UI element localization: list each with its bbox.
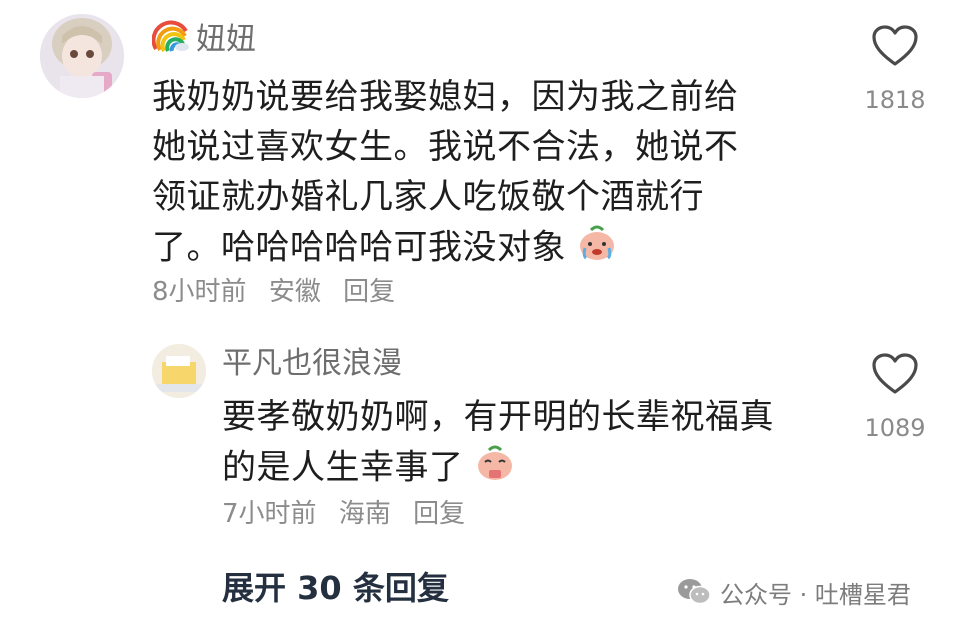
expand-replies-button[interactable]: 展开 30 条回复 <box>222 566 449 610</box>
reply-time: 7小时前 <box>222 499 317 529</box>
comment-author-name[interactable]: 妞妞 <box>196 14 256 58</box>
comment-text-line: 了。哈哈哈哈哈可我没对象 <box>152 227 566 268</box>
comment-reply-button[interactable]: 回复 <box>343 277 395 307</box>
wechat-icon <box>676 577 712 607</box>
heart-icon <box>872 25 918 66</box>
avatar-doll-image <box>40 14 124 98</box>
comment-text-line: 领证就办婚礼几家人吃饭敬个酒就行 <box>152 177 704 217</box>
reply-location: 海南 <box>338 499 391 529</box>
thankful-face-emoji <box>475 442 515 496</box>
reply-avatar[interactable] <box>152 344 206 398</box>
comment-body: 我奶奶说要给我娶媳妇，因为我之前给 她说过喜欢女生。我说不合法，她说不 领证就办… <box>152 72 832 276</box>
reply-avatar-image <box>152 344 206 398</box>
reply-reply-button[interactable]: 回复 <box>413 499 465 529</box>
avatar[interactable] <box>40 14 124 98</box>
comment-author-row: 妞妞 <box>151 14 256 58</box>
comment-text-line: 她说过喜欢女生。我说不合法，她说不 <box>152 127 739 167</box>
watermark: 公众号 · 吐槽星君 <box>676 574 911 610</box>
reply-author-name[interactable]: 平凡也很浪漫 <box>222 342 402 386</box>
comment-time: 8小时前 <box>152 277 247 307</box>
reply-like-button[interactable]: 1089 <box>860 352 930 442</box>
heart-icon <box>872 353 918 394</box>
reply-text-line: 的是人生幸事了 <box>222 447 464 488</box>
reply-meta: 7小时前 海南 回复 <box>222 496 479 532</box>
comment-text-line-last: 了。哈哈哈哈哈可我没对象 <box>152 222 832 276</box>
reply-like-count: 1089 <box>864 414 926 442</box>
comment-meta: 8小时前 安徽 回复 <box>152 274 409 310</box>
comment-location: 安徽 <box>268 277 321 307</box>
rainbow-icon <box>151 19 190 53</box>
watermark-text: 公众号 · 吐槽星君 <box>720 580 911 609</box>
comment-like-button[interactable]: 1818 <box>860 24 930 114</box>
reply-text-line: 要孝敬奶奶啊，有开明的长辈祝福真 <box>222 397 774 437</box>
comment-like-count: 1818 <box>864 86 926 114</box>
comment-text-line: 我奶奶说要给我娶媳妇，因为我之前给 <box>152 77 739 117</box>
reply-text-line-last: 的是人生幸事了 <box>222 442 842 496</box>
reply-body: 要孝敬奶奶啊，有开明的长辈祝福真 的是人生幸事了 <box>222 392 842 496</box>
crying-face-emoji <box>577 222 617 276</box>
